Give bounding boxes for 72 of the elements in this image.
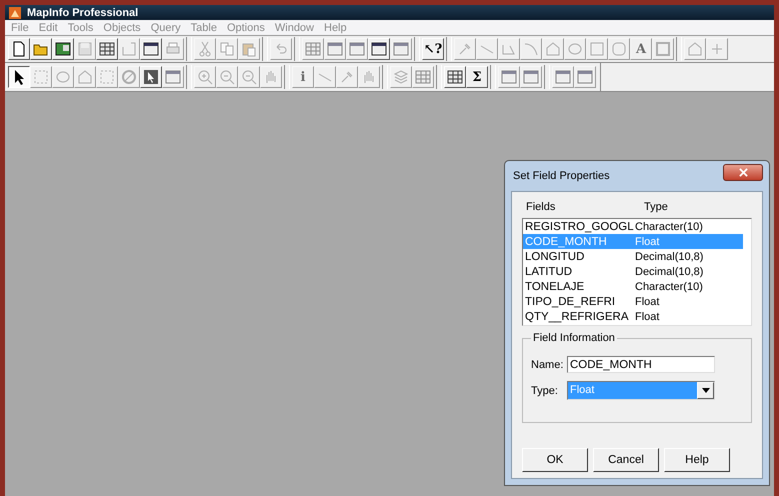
field-row[interactable]: CODE_MONTH Float (523, 234, 743, 249)
menu-item[interactable]: Window (270, 22, 319, 34)
ellipse-icon (567, 41, 583, 57)
menu-item[interactable]: Query (146, 22, 186, 34)
menu-item[interactable]: Edit (34, 22, 63, 34)
window-icon (555, 69, 571, 85)
field-row[interactable]: REGISTRO_GOOGLCharacter(10) (523, 219, 743, 234)
window-title: MapInfo Professional (27, 6, 138, 18)
name-field[interactable]: CODE_MONTH (567, 356, 715, 373)
window-icon (327, 41, 343, 57)
field-row[interactable]: TONELAJE Character(10) (523, 279, 743, 294)
window-icon (577, 69, 593, 85)
column-header: Type (644, 201, 668, 213)
toolbar-button[interactable]: Σ (466, 66, 488, 88)
dialog-title: Set Field Properties (512, 170, 610, 182)
type-dropdown[interactable]: Float (567, 381, 715, 400)
close-icon (738, 168, 748, 176)
window-icon (349, 41, 365, 57)
window-icon (523, 69, 539, 85)
unselect-icon (121, 69, 137, 85)
paste-icon (241, 41, 257, 57)
menu-item[interactable]: Tools (62, 22, 98, 34)
field-row[interactable]: TIPO_DE_REFRI Float (523, 294, 743, 309)
menu-item[interactable]: Help (319, 22, 352, 34)
layers-icon (393, 69, 409, 85)
save-icon (77, 41, 93, 57)
field-row[interactable]: LATITUD Decimal(10,8) (523, 264, 743, 279)
page-icon (11, 41, 27, 57)
menu-item[interactable]: Table (186, 22, 222, 34)
close-button[interactable] (723, 164, 763, 180)
dialog-button[interactable]: Help (664, 448, 730, 472)
window-icon (143, 41, 159, 57)
field-row[interactable]: QTY__REFRIGERA Float (523, 309, 743, 324)
toolbar-button[interactable] (8, 66, 30, 88)
workspace-icon (55, 41, 71, 57)
group-label: Field Information (532, 332, 616, 344)
scissors-icon (197, 41, 213, 57)
dialog-button[interactable]: OK (522, 448, 588, 472)
roundrect-icon (611, 41, 627, 57)
window-icon (371, 41, 387, 57)
zoom-out-icon (219, 69, 235, 85)
ellipse-icon (55, 69, 71, 85)
polygon-icon (687, 41, 703, 57)
frame-icon (655, 41, 671, 57)
window-icon (501, 69, 517, 85)
grid-icon (99, 41, 115, 57)
type-label: Type: (531, 384, 559, 396)
menu-item[interactable]: Options (222, 22, 270, 34)
zoom-in-icon (197, 69, 213, 85)
window-icon (165, 69, 181, 85)
toolbar-button[interactable]: ↖? (422, 38, 444, 60)
name-label: Name: (531, 358, 564, 370)
menu-item[interactable]: Objects (98, 22, 146, 34)
caret-icon (702, 388, 710, 393)
marquee-icon (33, 69, 49, 85)
menu-item[interactable]: File (6, 22, 34, 34)
grid-icon (447, 69, 463, 85)
arc-icon (523, 41, 539, 57)
polygon-icon (545, 41, 561, 57)
rect-icon (589, 41, 605, 57)
polygon-icon (77, 69, 93, 85)
plus-icon (709, 41, 725, 57)
arrow-box-icon (143, 69, 159, 85)
field-row[interactable]: LONGITUD Decimal(10,8) (523, 249, 743, 264)
column-header: Fields (525, 201, 556, 213)
app-icon (9, 6, 21, 18)
marquee-icon (99, 69, 115, 85)
grid-icon (415, 69, 431, 85)
window-icon (393, 41, 409, 57)
copy-icon (219, 41, 235, 57)
dialog-button[interactable]: Cancel (593, 448, 659, 472)
grid-icon (305, 41, 321, 57)
